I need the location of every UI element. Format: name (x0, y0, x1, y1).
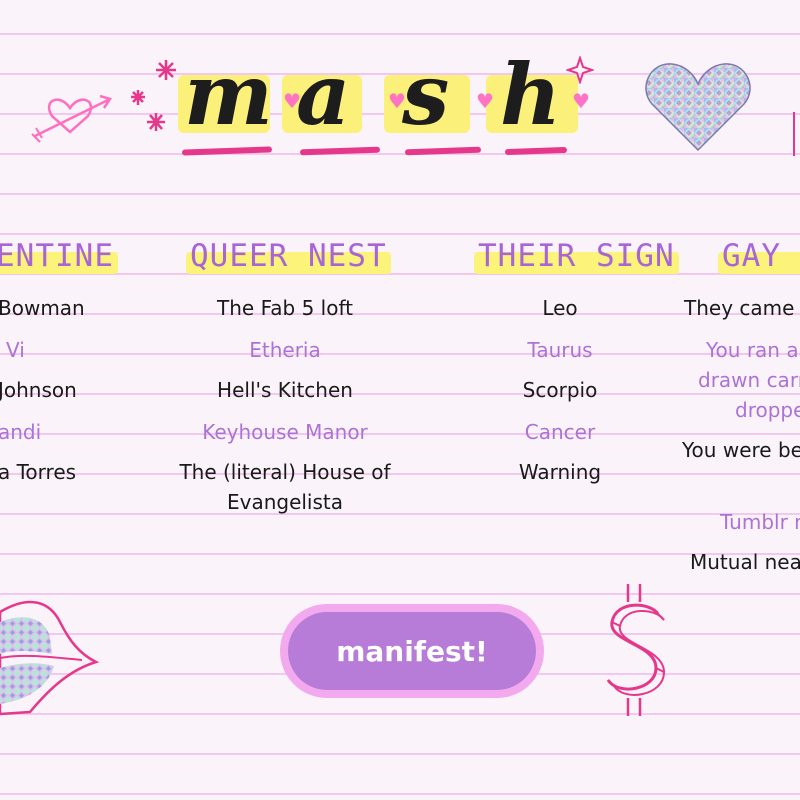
option-item[interactable]: You ran a (706, 338, 799, 362)
option-item[interactable]: The Fab 5 loft (170, 296, 400, 320)
holographic-heart-icon (645, 63, 751, 152)
option-item[interactable]: Mutual nea (690, 550, 800, 574)
option-item[interactable]: Hell's Kitchen (170, 378, 400, 402)
option-item[interactable]: Keyhouse Manor (170, 420, 400, 444)
option-item[interactable]: The (literal) House of (170, 460, 400, 484)
option-item[interactable]: You were be (682, 438, 800, 462)
small-heart-icon: ♥ (388, 89, 406, 113)
option-item[interactable]: Cancer (500, 420, 620, 444)
option-item[interactable]: Tumblr m (720, 510, 800, 534)
option-item[interactable]: Taurus (500, 338, 620, 362)
column-header-queer-nest: QUEER NEST (186, 238, 391, 274)
option-item[interactable]: Vi (6, 338, 25, 362)
title-letter-h: h (500, 45, 562, 144)
sparkle-icon (566, 56, 594, 84)
column-header-gay: GAY I (718, 238, 800, 274)
heart-arrow-doodle-icon (31, 94, 112, 143)
manifest-button[interactable]: manifest! (280, 604, 544, 698)
option-item[interactable]: Warning (500, 460, 620, 484)
dollar-sign-doodle-icon (606, 584, 666, 716)
option-item[interactable]: Johnson (0, 378, 77, 402)
option-item[interactable]: Etheria (170, 338, 400, 362)
manifest-button-label: manifest! (288, 612, 536, 690)
column-header-valentine: ENTINE (0, 238, 118, 274)
option-item[interactable]: Scorpio (500, 378, 620, 402)
small-heart-icon: ♥ (476, 89, 494, 113)
option-item[interactable]: drawn carr (698, 368, 800, 392)
option-item[interactable]: Bowman (0, 296, 85, 320)
title-letter-s: s (402, 45, 450, 144)
option-item[interactable]: Leo (500, 296, 620, 320)
option-item[interactable]: Evangelista (170, 490, 400, 514)
small-heart-icon: ♥ (572, 89, 590, 113)
column-header-their-sign: THEIR SIGN (474, 238, 679, 274)
option-item[interactable]: They came t (684, 296, 800, 320)
title-letter-a: a (296, 45, 351, 144)
sparkle-icon (131, 60, 176, 131)
option-item[interactable]: a Torres (0, 460, 76, 484)
holographic-lips-icon (0, 600, 100, 716)
small-heart-icon: ♥ (283, 89, 301, 113)
option-item[interactable]: andi (0, 420, 41, 444)
page-edge-doodle (793, 112, 795, 156)
option-item[interactable]: droppe (735, 398, 800, 422)
title-letter-m: m (184, 45, 273, 144)
